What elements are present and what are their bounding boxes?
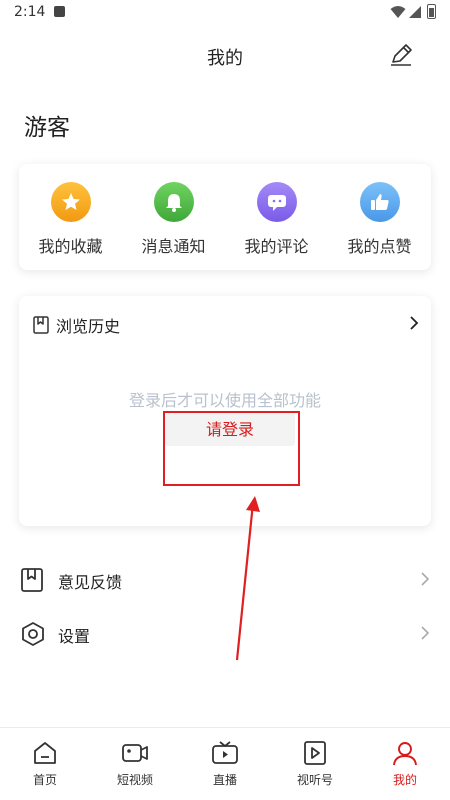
battery-icon bbox=[427, 4, 436, 19]
tab-audio-visual[interactable]: 视听号 bbox=[270, 728, 360, 800]
notifications-label: 消息通知 bbox=[141, 237, 206, 256]
tab-mine[interactable]: 我的 bbox=[360, 728, 450, 800]
history-header[interactable]: 浏览历史 bbox=[33, 313, 120, 337]
bell-icon bbox=[153, 182, 194, 222]
page-title: 我的 bbox=[207, 48, 243, 69]
status-bar: 2:14 bbox=[0, 0, 450, 26]
tab-live[interactable]: 直播 bbox=[180, 728, 270, 800]
menu-item-settings[interactable]: 设置 bbox=[0, 610, 450, 660]
highlight-box bbox=[163, 411, 300, 486]
settings-icon bbox=[22, 622, 44, 646]
tab-label: 首页 bbox=[32, 773, 57, 787]
login-hint: 登录后才可以使用全部功能 bbox=[128, 391, 321, 410]
quick-actions-card: 我的收藏 消息通知 我的评论 我的点赞 bbox=[19, 164, 431, 270]
short-video-icon bbox=[122, 744, 148, 762]
comments-label: 我的评论 bbox=[244, 237, 309, 256]
tab-label: 直播 bbox=[212, 773, 237, 787]
history-card: 浏览历史 登录后才可以使用全部功能 请登录 bbox=[19, 296, 431, 526]
play-icon bbox=[304, 741, 326, 765]
menu-item-feedback[interactable]: 意见反馈 bbox=[0, 556, 450, 606]
thumbs-up-icon bbox=[359, 182, 400, 222]
tab-label: 短视频 bbox=[116, 773, 153, 787]
feedback-icon bbox=[21, 568, 43, 592]
favorites-label: 我的收藏 bbox=[38, 237, 103, 256]
bookmark-icon bbox=[33, 316, 49, 334]
star-icon bbox=[50, 182, 91, 222]
chevron-right-icon[interactable] bbox=[409, 315, 419, 331]
status-time: 2:14 bbox=[14, 4, 46, 20]
tab-short-video[interactable]: 短视频 bbox=[90, 728, 180, 800]
notifications-button[interactable]: 消息通知 bbox=[122, 164, 225, 270]
username[interactable]: 游客 bbox=[24, 108, 70, 142]
wifi-icon bbox=[390, 6, 406, 18]
edit-icon[interactable] bbox=[388, 42, 414, 68]
chevron-right-icon bbox=[421, 626, 429, 640]
favorites-button[interactable]: 我的收藏 bbox=[19, 164, 122, 270]
settings-label: 设置 bbox=[58, 627, 91, 646]
likes-button[interactable]: 我的点赞 bbox=[328, 164, 431, 270]
likes-label: 我的点赞 bbox=[347, 237, 412, 256]
bottom-tab-bar: 首页 短视频 直播 视听号 我的 bbox=[0, 727, 450, 800]
home-icon bbox=[34, 742, 56, 764]
feedback-label: 意见反馈 bbox=[58, 573, 123, 592]
tab-label: 我的 bbox=[392, 773, 417, 787]
history-title: 浏览历史 bbox=[56, 317, 121, 336]
notification-icon bbox=[54, 6, 65, 17]
tab-home[interactable]: 首页 bbox=[0, 728, 90, 800]
chevron-right-icon bbox=[421, 572, 429, 586]
tab-label: 视听号 bbox=[296, 773, 333, 787]
profile-icon bbox=[393, 742, 417, 766]
comments-button[interactable]: 我的评论 bbox=[225, 164, 328, 270]
comment-icon bbox=[256, 182, 297, 222]
live-tv-icon bbox=[212, 741, 238, 764]
signal-icon bbox=[409, 6, 421, 18]
